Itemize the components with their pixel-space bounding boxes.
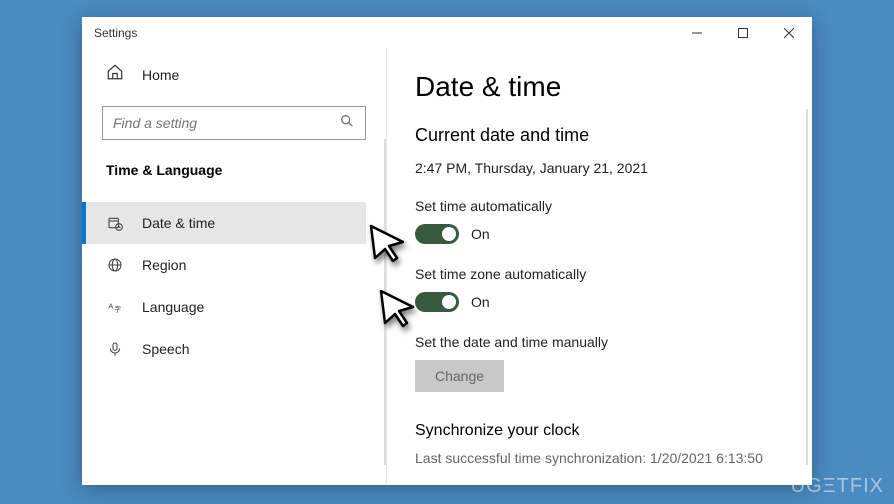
sync-heading: Synchronize your clock xyxy=(415,422,812,440)
sidebar: Home Time & Language Date & time Reg xyxy=(82,49,387,485)
sidebar-item-date-time[interactable]: Date & time xyxy=(82,202,366,244)
set-time-auto-toggle[interactable] xyxy=(415,224,459,244)
set-manual-label: Set the date and time manually xyxy=(415,334,812,350)
set-time-auto-toggle-row: On xyxy=(415,224,812,244)
set-tz-auto-label: Set time zone automatically xyxy=(415,266,812,282)
set-tz-auto-toggle-row: On xyxy=(415,292,812,312)
sidebar-item-speech[interactable]: Speech xyxy=(82,328,366,370)
page-title: Date & time xyxy=(415,71,812,103)
sidebar-item-region[interactable]: Region xyxy=(82,244,366,286)
home-nav[interactable]: Home xyxy=(102,49,366,106)
language-icon: A字 xyxy=(106,298,124,316)
home-icon xyxy=(106,63,124,86)
minimize-button[interactable] xyxy=(674,17,720,49)
microphone-icon xyxy=(106,340,124,358)
set-time-auto-state: On xyxy=(471,226,490,242)
close-button[interactable] xyxy=(766,17,812,49)
sidebar-item-label: Speech xyxy=(142,341,189,357)
window-body: Home Time & Language Date & time Reg xyxy=(82,49,812,485)
set-tz-auto-toggle[interactable] xyxy=(415,292,459,312)
maximize-icon xyxy=(738,28,748,38)
scrollbar-track[interactable] xyxy=(806,109,808,465)
search-icon xyxy=(339,113,355,134)
globe-icon xyxy=(106,256,124,274)
sidebar-section-title: Time & Language xyxy=(102,162,366,178)
search-input[interactable] xyxy=(113,115,333,131)
watermark: UGΞTFIX xyxy=(791,475,884,498)
titlebar: Settings xyxy=(82,17,812,49)
maximize-button[interactable] xyxy=(720,17,766,49)
annotation-cursor-icon xyxy=(373,283,421,336)
minimize-icon xyxy=(692,28,702,38)
current-datetime-heading: Current date and time xyxy=(415,125,812,146)
window-controls xyxy=(674,17,812,49)
sidebar-item-label: Language xyxy=(142,299,204,315)
svg-text:A: A xyxy=(108,301,113,310)
home-label: Home xyxy=(142,67,179,83)
content-area: Date & time Current date and time 2:47 P… xyxy=(387,49,812,485)
set-tz-auto-state: On xyxy=(471,294,490,310)
svg-text:字: 字 xyxy=(114,305,121,314)
settings-window: Settings Home xyxy=(82,17,812,485)
sidebar-item-label: Date & time xyxy=(142,215,215,231)
sidebar-item-label: Region xyxy=(142,257,186,273)
search-box[interactable] xyxy=(102,106,366,140)
set-time-auto-label: Set time automatically xyxy=(415,198,812,214)
current-datetime-value: 2:47 PM, Thursday, January 21, 2021 xyxy=(415,160,812,176)
sync-subtext: Last successful time synchronization: 1/… xyxy=(415,450,812,466)
change-button[interactable]: Change xyxy=(415,360,504,392)
annotation-cursor-icon xyxy=(363,218,411,271)
window-title: Settings xyxy=(94,26,137,40)
close-icon xyxy=(784,28,794,38)
calendar-clock-icon xyxy=(106,214,124,232)
sidebar-item-language[interactable]: A字 Language xyxy=(82,286,366,328)
